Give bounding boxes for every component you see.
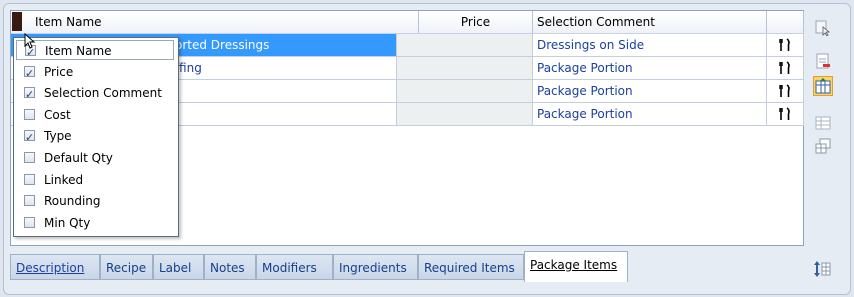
price-cell[interactable] [397, 103, 533, 126]
checkbox[interactable] [24, 108, 35, 120]
selection-comment-cell[interactable]: Dressings on Side [533, 34, 767, 57]
menu-item-label: Cost [44, 107, 71, 122]
price-cell[interactable] [397, 34, 533, 57]
type-cell[interactable] [767, 80, 804, 103]
grid-export-icon [815, 138, 831, 154]
menu-item-rounding[interactable]: Rounding [16, 191, 174, 211]
tab-strip: Description Recipe Label Notes Modifiers Ingr… [10, 251, 804, 283]
checkbox[interactable] [24, 152, 35, 163]
column-chooser-menu: Item Name Price Selection Comment Cost Type D… [13, 37, 179, 237]
tab-notes[interactable]: Notes [204, 254, 256, 280]
grid-export-button[interactable] [813, 136, 833, 156]
menu-item-type[interactable]: Type [16, 126, 174, 148]
grid-header: Item Name Price Selection Comment [11, 11, 804, 34]
menu-item-linked[interactable]: Linked [16, 170, 174, 190]
tab-package-items[interactable]: Package Items [524, 251, 628, 282]
menu-item-label: Default Qty [44, 151, 113, 165]
menu-item-label: Type [44, 129, 72, 144]
checkbox[interactable] [24, 173, 35, 185]
type-cell[interactable] [767, 57, 804, 80]
column-header-price[interactable]: Price [419, 11, 533, 33]
column-header-selection-comment[interactable]: Selection Comment [533, 11, 767, 33]
checkbox[interactable] [24, 85, 35, 105]
select-cursor-button[interactable] [813, 18, 833, 38]
tab-modifiers[interactable]: Modifiers [256, 254, 333, 280]
column-chooser-button[interactable] [12, 12, 22, 31]
mouse-cursor-icon [24, 33, 36, 49]
menu-item-item-name[interactable]: Item Name [16, 40, 174, 63]
menu-item-price[interactable]: Price [16, 62, 174, 84]
fork-knife-icon [779, 84, 791, 102]
selection-comment-cell[interactable]: Package Portion [533, 57, 767, 80]
tab-ingredients[interactable]: Ingredients [333, 254, 418, 280]
sort-order-button[interactable] [813, 260, 831, 281]
menu-item-label: Selection Comment [44, 86, 162, 101]
menu-item-label: Min Qty [44, 215, 91, 230]
checkbox[interactable] [24, 64, 35, 84]
menu-item-label: Price [44, 64, 74, 79]
column-header-item-name[interactable]: Item Name [11, 11, 419, 33]
menu-item-selection-comment[interactable]: Selection Comment [16, 83, 174, 105]
fit-columns-button[interactable] [813, 76, 833, 96]
type-cell[interactable] [767, 103, 804, 126]
tab-description[interactable]: Description [10, 254, 100, 280]
tab-label[interactable]: Label [153, 254, 204, 280]
menu-item-label: Rounding [44, 194, 101, 209]
price-cell[interactable] [397, 57, 533, 80]
price-cell[interactable] [397, 80, 533, 103]
fork-knife-icon [779, 107, 791, 125]
sort-order-icon [814, 261, 831, 277]
checkbox[interactable] [24, 128, 35, 148]
menu-item-cost[interactable]: Cost [16, 105, 174, 125]
checkbox[interactable] [24, 216, 35, 228]
menu-item-label: Item Name [45, 44, 112, 58]
menu-item-label: Linked [44, 172, 84, 187]
column-header-type[interactable] [767, 11, 804, 33]
selection-comment-cell[interactable]: Package Portion [533, 80, 767, 103]
menu-item-default-qty[interactable]: Default Qty [16, 148, 174, 168]
type-cell[interactable] [767, 34, 804, 57]
fork-knife-icon [779, 61, 791, 79]
remove-item-button[interactable] [813, 51, 833, 71]
menu-item-min-qty[interactable]: Min Qty [16, 213, 174, 233]
select-cursor-icon [815, 20, 831, 36]
selection-comment-cell[interactable]: Package Portion [533, 103, 767, 126]
grid-layout-icon [815, 116, 831, 130]
fork-knife-icon [779, 38, 791, 56]
tab-recipe[interactable]: Recipe [100, 254, 153, 280]
fit-columns-icon [815, 78, 831, 94]
checkbox[interactable] [24, 195, 35, 207]
remove-item-icon [816, 53, 830, 69]
grid-layout-button[interactable] [813, 113, 833, 133]
tab-required-items[interactable]: Required Items [418, 254, 524, 280]
